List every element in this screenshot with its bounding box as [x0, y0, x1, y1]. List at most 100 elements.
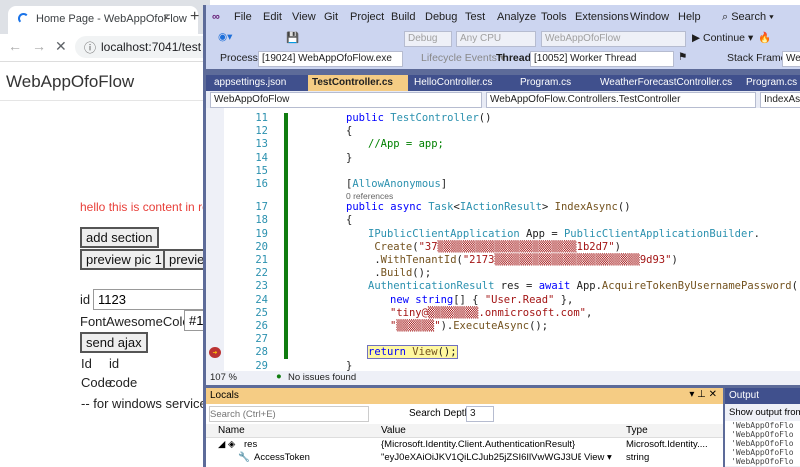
tab-testcontroller[interactable]: TestController.cs: [308, 75, 408, 91]
breakpoint-margin[interactable]: [206, 108, 224, 371]
output-line: 'WebAppOfoFlo: [731, 430, 794, 439]
code-token: AllowAnonymous: [352, 178, 441, 190]
preview-pic-1-button[interactable]: preview pic 1: [80, 249, 168, 270]
menu-extensions[interactable]: Extensions: [575, 11, 629, 23]
browser-window: Home Page - WebAppOfoFlow × + ← → ✕ ⓘ lo…: [0, 0, 215, 467]
expand-icon[interactable]: ◢ ◈: [218, 439, 235, 450]
back-button[interactable]: ←: [8, 38, 22, 54]
code-line: {: [346, 214, 352, 226]
code-token: res =: [494, 280, 539, 293]
id-value: id: [109, 356, 120, 371]
locals-row[interactable]: ◢ ◈ res {Microsoft.Identity.Client.Authe…: [206, 439, 723, 451]
references-codelens[interactable]: 0 references: [346, 191, 393, 201]
line-number: 15: [255, 164, 268, 177]
thread-dropdown[interactable]: [10052] Worker Thread: [530, 51, 674, 67]
process-label: Process:: [220, 52, 261, 64]
issues-status[interactable]: No issues found: [288, 372, 356, 383]
code-token: App.: [570, 280, 602, 293]
site-info-icon[interactable]: ⓘ: [84, 39, 96, 56]
code-editor[interactable]: 11 public TestController() 12{13//App = ap…: [206, 108, 800, 372]
code-token: "tiny@▒▒▒▒▒▒▒▒.onmicrosoft.com": [390, 306, 586, 319]
line-number: 20: [255, 240, 268, 253]
menu-view[interactable]: View: [292, 11, 316, 23]
tab-program-2[interactable]: Program.cs: [742, 75, 800, 91]
zoom-level[interactable]: 107 %: [210, 372, 237, 383]
editor-status-bar: 107 % ● No issues found: [206, 371, 800, 385]
tab-hellocontroller[interactable]: HelloController.cs: [410, 75, 514, 91]
local-value: "eyJ0eXAiOiJKV1QiLCJub25jZSI6IlVwWGJ3UEl…: [381, 452, 581, 463]
navigate-back-icon[interactable]: ◉▾: [218, 31, 232, 43]
save-icon[interactable]: 💾: [286, 31, 299, 44]
output-panel: Output Show output from 'WebAppOfoFlo 'We…: [725, 388, 800, 467]
locals-search-input[interactable]: [209, 406, 369, 422]
view-button[interactable]: View ▾: [584, 452, 612, 463]
menu-help[interactable]: Help: [678, 11, 701, 23]
menu-git[interactable]: Git: [324, 11, 338, 23]
menu-analyze[interactable]: Analyze: [497, 11, 536, 23]
col-value[interactable]: Value: [381, 425, 406, 436]
code-line: public TestController(): [346, 112, 491, 124]
line-number: 12: [255, 125, 268, 138]
continue-button[interactable]: ▶ Continue ▾: [692, 32, 753, 44]
vs-logo-icon: ∞: [212, 11, 220, 23]
menu-file[interactable]: File: [234, 11, 252, 23]
stack-frame-label: Stack Frame:: [727, 52, 790, 64]
add-section-button[interactable]: add section: [80, 227, 159, 248]
browser-tab[interactable]: Home Page - WebAppOfoFlow ×: [8, 6, 198, 34]
menu-window[interactable]: Window: [630, 11, 669, 23]
lifecycle-events-button[interactable]: Lifecycle Events ▾: [421, 52, 505, 64]
process-dropdown[interactable]: [19024] WebAppOfoFlow.exe: [258, 51, 403, 67]
col-type[interactable]: Type: [626, 425, 648, 436]
code-token: .: [368, 254, 381, 266]
col-name[interactable]: Name: [218, 425, 245, 436]
code-line: //App = app;: [368, 138, 444, 150]
id-column-label: Id: [81, 356, 92, 371]
code-token: }: [346, 151, 353, 164]
windows-service-label: -- for windows service: [81, 396, 207, 411]
search-depth-dropdown[interactable]: 3: [466, 406, 494, 422]
address-bar[interactable]: ⓘ localhost:7041/test: [75, 36, 215, 58]
configuration-dropdown[interactable]: Debug: [404, 31, 452, 47]
code-token: ]: [440, 178, 448, 190]
flag-icon[interactable]: ⚑: [678, 51, 687, 63]
menu-bar: ∞ File Edit View Git Project Build Debug…: [206, 5, 800, 29]
menu-build[interactable]: Build: [391, 11, 415, 23]
tab-close-icon[interactable]: ×: [163, 12, 169, 24]
tab-program[interactable]: Program.cs: [516, 75, 594, 91]
navbar-brand[interactable]: WebAppOfoFlow: [6, 72, 134, 92]
locals-row[interactable]: 🔧 AccessToken "eyJ0eXAiOiJKV1QiLCJub25jZ…: [206, 452, 723, 464]
code-token: Build: [380, 267, 413, 280]
id-input[interactable]: [93, 289, 213, 310]
startup-project-dropdown[interactable]: WebAppOfoFlow: [541, 31, 686, 47]
search-button[interactable]: ⌕ Search ▾: [722, 11, 774, 24]
code-token: public: [346, 112, 391, 124]
tab-weatherforecastcontroller[interactable]: WeatherForecastController.cs: [596, 75, 740, 91]
check-circle-icon: ●: [276, 371, 282, 382]
stop-button[interactable]: ✕: [55, 38, 67, 55]
code-token: "▒▒▒▒▒▒": [390, 320, 441, 332]
stack-frame-dropdown[interactable]: WebA: [782, 51, 800, 67]
menu-project[interactable]: Project: [350, 11, 384, 23]
class-nav-dropdown[interactable]: WebAppOfoFlow.Controllers.TestController: [486, 92, 756, 108]
send-ajax-button[interactable]: send ajax: [80, 332, 148, 353]
menu-test[interactable]: Test: [465, 11, 485, 23]
code-token: }: [346, 359, 353, 372]
menu-edit[interactable]: Edit: [263, 11, 282, 23]
panel-controls-icon[interactable]: ▾ ⊥ ✕: [689, 389, 717, 400]
project-nav-dropdown[interactable]: WebAppOfoFlow: [210, 92, 482, 108]
locals-title: Locals: [210, 390, 239, 401]
loading-spinner-icon: [18, 13, 29, 24]
platform-dropdown[interactable]: Any CPU: [456, 31, 536, 47]
menu-debug[interactable]: Debug: [425, 11, 457, 23]
hot-reload-icon[interactable]: 🔥: [758, 31, 771, 44]
tab-appsettings[interactable]: appsettings.json: [210, 75, 306, 91]
code-token: new string: [390, 293, 454, 306]
fontawesome-color-label: FontAwesomeColor: [80, 314, 194, 329]
code-token: (: [791, 280, 798, 293]
forward-button[interactable]: →: [32, 38, 46, 54]
code-token: .: [368, 267, 381, 280]
new-tab-button[interactable]: +: [190, 8, 199, 26]
menu-tools[interactable]: Tools: [541, 11, 567, 23]
code-token: return: [368, 346, 413, 359]
member-nav-dropdown[interactable]: IndexAs: [760, 92, 800, 108]
